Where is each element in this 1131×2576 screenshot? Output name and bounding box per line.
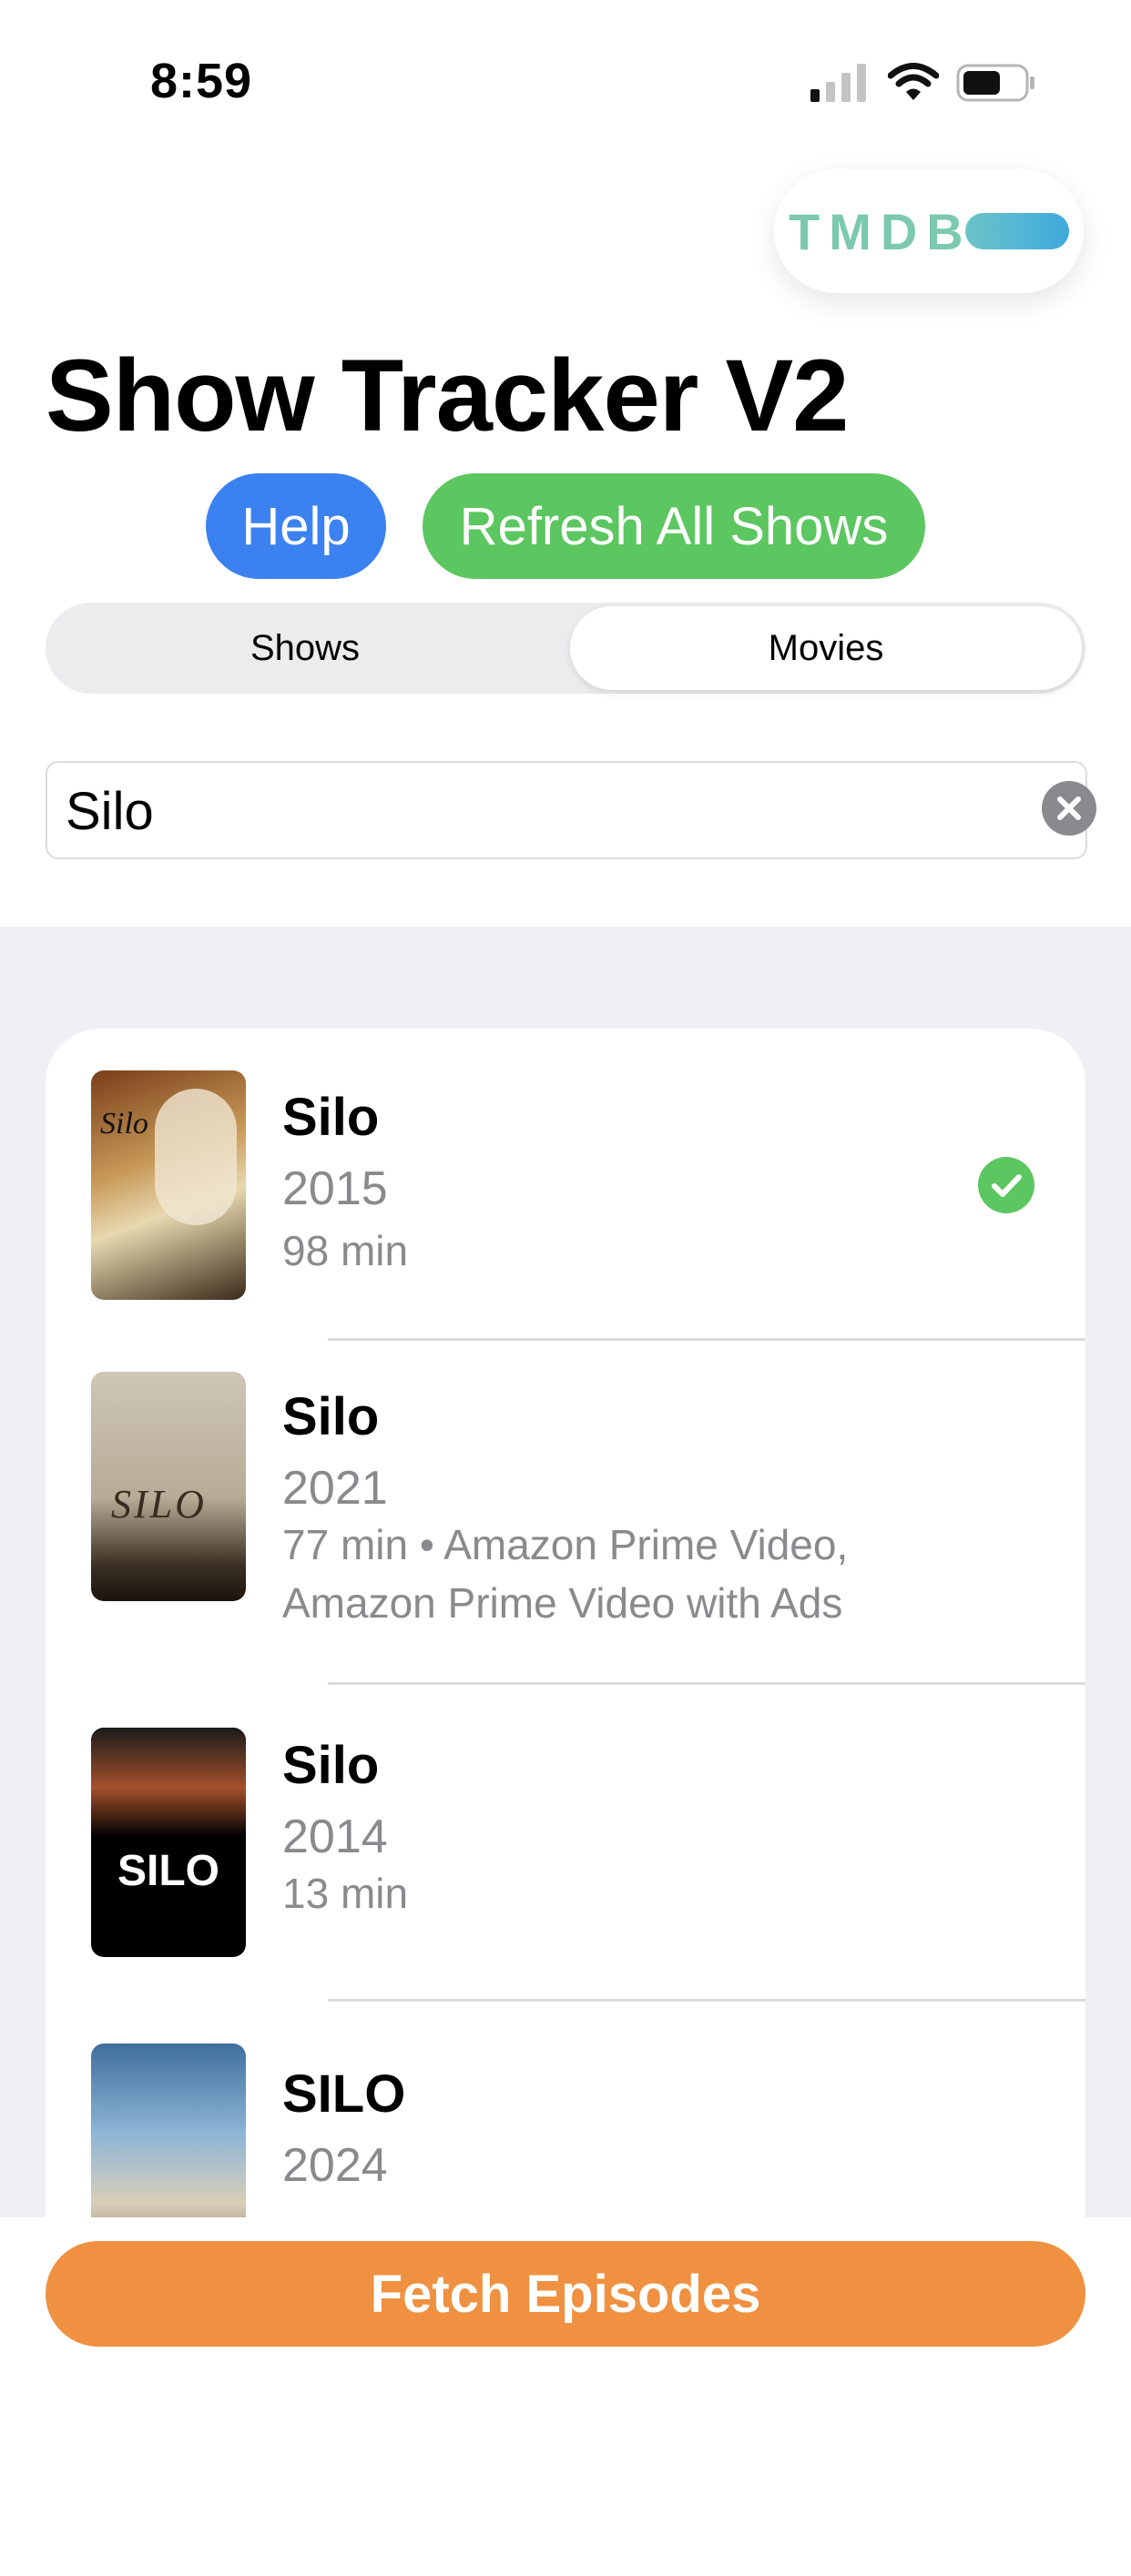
poster-text: SILO	[111, 1482, 207, 1526]
list-item[interactable]: Silo Silo 2015 98 min	[46, 1029, 1085, 1338]
poster-image: Silo	[91, 1070, 246, 1300]
poster-text: SILO	[117, 1847, 219, 1895]
poster-art	[91, 1728, 246, 1837]
result-year: 2024	[282, 2139, 388, 2192]
search-input[interactable]	[46, 761, 1087, 859]
poster-text: Silo	[100, 1107, 148, 1141]
page-title: Show Tracker V2	[46, 339, 849, 452]
checkmark-icon[interactable]	[978, 1157, 1034, 1213]
list-item[interactable]: SILO Silo 2021 77 min • Amazon Prime Vid…	[46, 1341, 1085, 1682]
refresh-all-shows-button[interactable]: Refresh All Shows	[423, 473, 925, 579]
poster-image: SILO	[91, 1728, 246, 1957]
result-title: SILO	[282, 2064, 406, 2124]
list-item[interactable]: SILO Silo 2014 13 min	[46, 1685, 1085, 1999]
result-title: Silo	[282, 1088, 380, 1147]
result-runtime: 98 min	[282, 1227, 409, 1274]
search-input-value: Silo	[66, 782, 154, 841]
battery-icon	[956, 64, 1034, 102]
fetch-episodes-button[interactable]: Fetch Episodes	[46, 2241, 1085, 2347]
result-title: Silo	[282, 1736, 380, 1795]
poster-figure	[155, 1089, 237, 1225]
wifi-icon	[888, 63, 939, 100]
result-runtime: 13 min	[282, 1870, 409, 1917]
result-year: 2014	[282, 1810, 388, 1863]
help-button[interactable]: Help	[206, 473, 386, 579]
result-year: 2021	[282, 1462, 388, 1515]
tmdb-logo-bar	[965, 213, 1069, 249]
result-providers-line2: Amazon Prime Video with Ads	[282, 1579, 843, 1627]
result-year: 2015	[282, 1162, 388, 1215]
cellular-signal-icon	[810, 64, 866, 102]
poster-image: SILO	[91, 1372, 246, 1601]
clear-search-icon[interactable]	[1042, 781, 1096, 836]
result-title: Silo	[282, 1387, 380, 1446]
status-time: 8:59	[150, 54, 253, 108]
result-runtime-providers: 77 min • Amazon Prime Video,	[282, 1521, 849, 1568]
tmdb-logo-text: TMDB	[789, 203, 973, 260]
tab-shows[interactable]: Shows	[49, 606, 561, 690]
tab-movies[interactable]: Movies	[570, 606, 1082, 690]
